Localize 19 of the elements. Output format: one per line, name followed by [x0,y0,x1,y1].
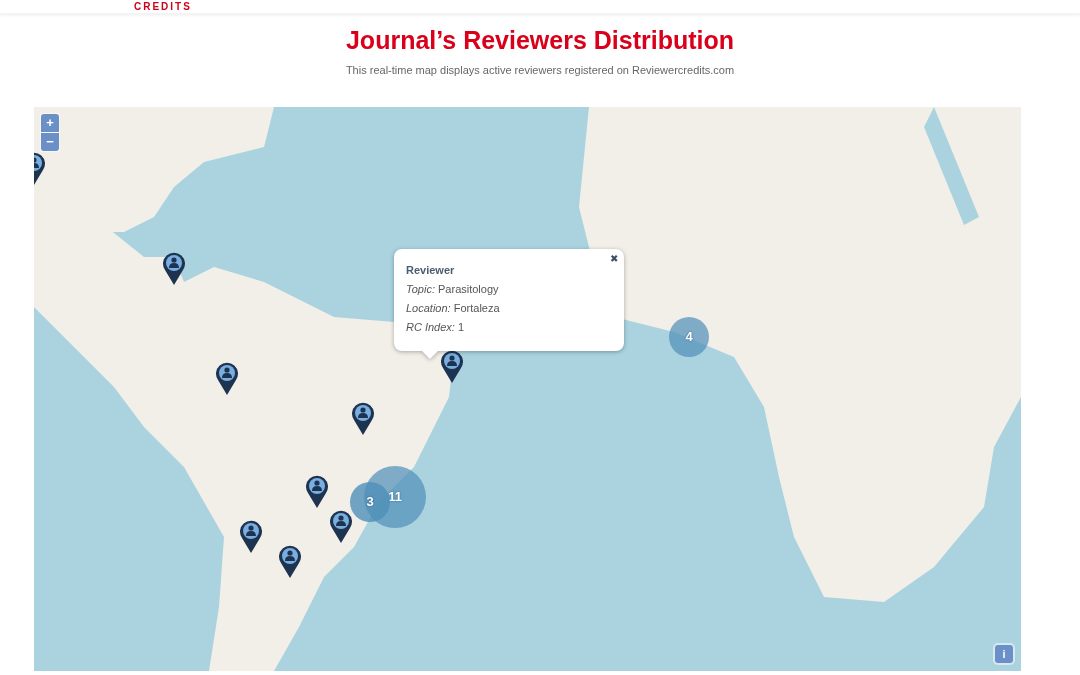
map-marker-icon[interactable] [440,349,464,383]
popup-detail: RC Index: 1 [406,320,466,334]
popup-detail: Topic: Parasitology [406,282,500,296]
map-marker-icon[interactable] [351,401,375,435]
close-button[interactable]: ✖ [610,253,618,265]
info-button[interactable]: i [995,645,1013,663]
map-marker-icon[interactable] [162,251,186,285]
map-marker-icon[interactable] [305,474,329,508]
map-marker-icon[interactable] [329,509,353,543]
popup-detail: Location: Fortaleza [406,301,500,315]
map-marker-icon[interactable] [239,519,263,553]
logo-text: CREDITS [134,1,192,13]
page-title: Journal’s Reviewers Distribution [344,25,736,55]
popup-heading: Reviewer [406,263,456,277]
map-marker-icon[interactable] [215,361,239,395]
map-marker-icon[interactable] [278,544,302,578]
page-subtitle: This real-time map displays active reviewers registered on Reviewercredits.com [344,63,736,78]
zoom-out-button[interactable]: − [41,133,59,151]
zoom-in-button[interactable]: + [41,114,59,132]
